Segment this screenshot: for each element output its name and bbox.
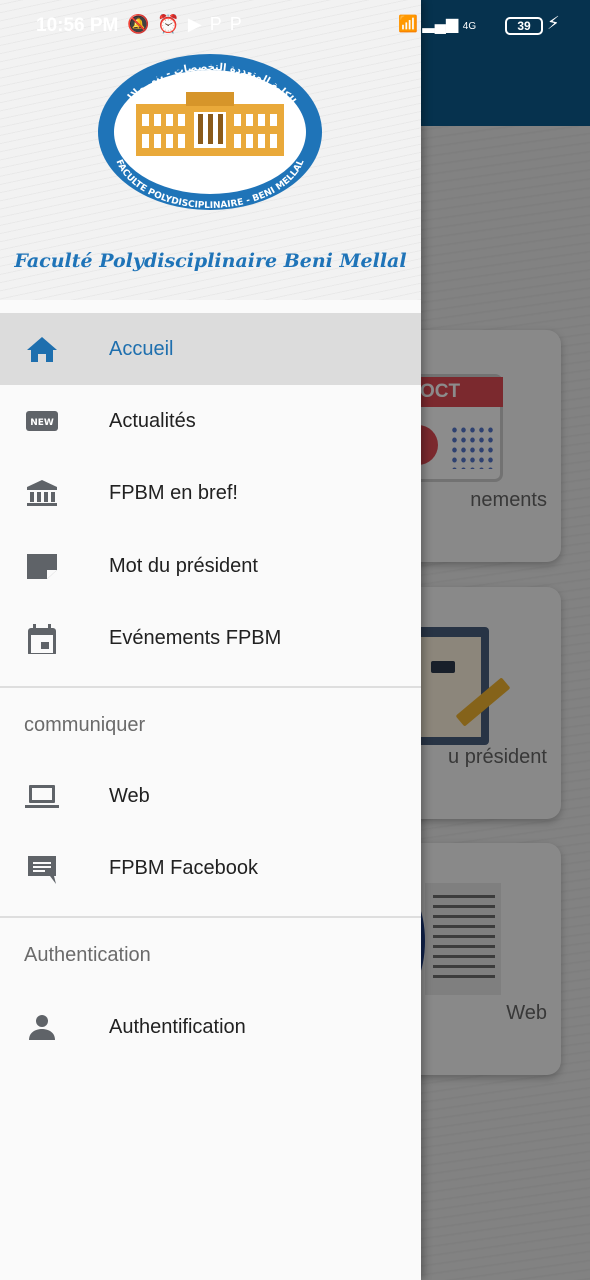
menu-label-web: Web — [109, 785, 150, 807]
section-label-authentication: Authentication — [24, 944, 151, 966]
menu-label-accueil: Accueil — [109, 338, 174, 360]
battery-level: 39 — [517, 19, 531, 33]
notification-icons: 🔕⏰▶PP — [127, 14, 250, 35]
menu-item-accueil[interactable]: Accueil — [0, 313, 421, 385]
mute-icon: 🔕 — [127, 14, 158, 34]
chat-icon — [28, 856, 56, 884]
charging-icon: ⚡ — [547, 13, 560, 33]
note-icon — [27, 554, 57, 579]
status-time: 10:56 PM — [36, 15, 119, 36]
menu-item-fpbm-facebook[interactable]: FPBM Facebook — [0, 832, 421, 904]
bank-icon — [27, 480, 57, 506]
person-icon — [29, 1015, 55, 1040]
status-bar: 10:56 PM 🔕⏰▶PP 📶 ▂▄▆ 4G 39 ⚡ — [0, 0, 590, 44]
network-type: 4G — [462, 21, 477, 32]
navigation-drawer: الكلية المتعددة التخصصات - بني ملال FACU… — [0, 0, 421, 1280]
menu-item-actualites[interactable]: NEW Actualités — [0, 385, 421, 457]
menu-item-evenements[interactable]: Evénements FPBM — [0, 602, 421, 674]
menu-label-evenements: Evénements FPBM — [109, 627, 282, 649]
section-label-communiquer: communiquer — [24, 714, 146, 736]
connectivity-icons: 📶 ▂▄▆ 4G — [398, 14, 476, 34]
menu-label-fpbm-facebook: FPBM Facebook — [109, 857, 258, 879]
divider — [0, 686, 421, 688]
svg-text:NEW: NEW — [30, 418, 54, 428]
alarm-icon: ⏰ — [157, 14, 188, 34]
calendar-icon — [28, 624, 56, 654]
youtube-icon: ▶ — [187, 14, 210, 34]
menu-label-authentification: Authentification — [109, 1016, 246, 1038]
menu-label-mot-du-president: Mot du président — [109, 555, 258, 577]
new-badge-icon: NEW — [26, 411, 58, 431]
home-icon — [27, 337, 57, 362]
parking-icon: P — [229, 14, 250, 34]
drawer-header: الكلية المتعددة التخصصات - بني ملال FACU… — [0, 0, 421, 300]
menu-item-authentification[interactable]: Authentification — [0, 991, 421, 1063]
menu-item-mot-du-president[interactable]: Mot du président — [0, 530, 421, 602]
divider — [0, 916, 421, 918]
menu-item-fpbm-en-bref[interactable]: FPBM en bref! — [0, 457, 421, 529]
parking-icon: P — [209, 14, 230, 34]
menu-label-fpbm-en-bref: FPBM en bref! — [109, 482, 238, 504]
laptop-icon — [25, 785, 59, 808]
wifi-icon: 📶 — [398, 16, 418, 33]
battery-icon: 39 — [505, 17, 543, 35]
header-title: Faculté Polydisciplinaire Beni Mellal — [14, 250, 407, 272]
faculty-logo: الكلية المتعددة التخصصات - بني ملال FACU… — [98, 54, 322, 211]
signal-icon: ▂▄▆ — [422, 16, 459, 33]
menu-item-web[interactable]: Web — [0, 760, 421, 832]
menu-label-actualites: Actualités — [109, 410, 196, 432]
